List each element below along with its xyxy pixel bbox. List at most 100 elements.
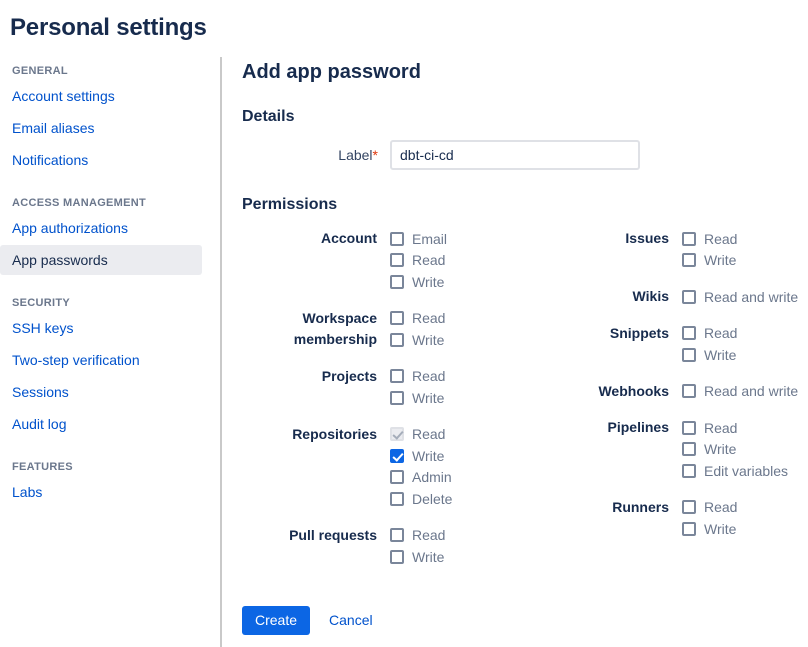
permission-pipelines-edit-variables[interactable]: Edit variables xyxy=(682,460,788,482)
permission-group-options: Read Write xyxy=(682,497,737,540)
permission-group-options: Read Write xyxy=(390,308,445,351)
checkbox-icon[interactable] xyxy=(682,421,696,435)
checkbox-icon[interactable] xyxy=(390,311,404,325)
checkbox-icon[interactable] xyxy=(390,391,404,405)
permission-projects-write[interactable]: Write xyxy=(390,387,445,409)
checkbox-icon[interactable] xyxy=(390,528,404,542)
permission-group-options: Email Read Write xyxy=(390,228,447,293)
permissions-column-right: Issues Read Write Wikis Read and write S… xyxy=(570,228,798,555)
permission-option-label: Write xyxy=(704,441,736,457)
sidebar-item-notifications[interactable]: Notifications xyxy=(0,145,202,175)
checkbox-icon[interactable] xyxy=(390,275,404,289)
sidebar-section: FEATURES Labs xyxy=(0,461,220,507)
checkbox-icon xyxy=(390,427,404,441)
sidebar-item-account-settings[interactable]: Account settings xyxy=(0,81,202,111)
checkbox-icon[interactable] xyxy=(682,464,696,478)
permission-account-email[interactable]: Email xyxy=(390,228,447,250)
sidebar-item-app-passwords[interactable]: App passwords xyxy=(0,245,202,275)
permission-workspace-membership-read[interactable]: Read xyxy=(390,308,445,330)
permission-group-label: Webhooks xyxy=(570,381,682,403)
permission-option-label: Write xyxy=(412,274,444,290)
checkbox-icon[interactable] xyxy=(390,492,404,506)
checkbox-icon[interactable] xyxy=(682,253,696,267)
sidebar-item-two-step-verification[interactable]: Two-step verification xyxy=(0,345,202,375)
permission-issues-read[interactable]: Read xyxy=(682,228,737,250)
permission-pipelines-write[interactable]: Write xyxy=(682,439,788,461)
permission-option-label: Read xyxy=(412,527,445,543)
cancel-link[interactable]: Cancel xyxy=(329,612,373,628)
permission-issues-write[interactable]: Write xyxy=(682,250,737,272)
permission-snippets-write[interactable]: Write xyxy=(682,344,737,366)
permission-group-label: Account xyxy=(242,228,390,293)
permission-repositories-admin[interactable]: Admin xyxy=(390,467,452,489)
label-field-label: Label* xyxy=(242,147,390,163)
checkbox-icon[interactable] xyxy=(390,253,404,267)
details-heading: Details xyxy=(242,108,808,126)
sidebar-item-email-aliases[interactable]: Email aliases xyxy=(0,113,202,143)
permission-group-options: Read Write xyxy=(682,323,737,366)
permission-group-label: Issues xyxy=(570,228,682,271)
permission-account-write[interactable]: Write xyxy=(390,271,447,293)
permission-group-options: Read Write xyxy=(682,228,737,271)
sidebar-item-labs[interactable]: Labs xyxy=(0,477,202,507)
checkbox-icon[interactable] xyxy=(682,500,696,514)
checkbox-icon[interactable] xyxy=(682,384,696,398)
permission-group-label: Runners xyxy=(570,497,682,540)
sidebar-item-app-authorizations[interactable]: App authorizations xyxy=(0,213,202,243)
permission-repositories-write[interactable]: Write xyxy=(390,445,452,467)
permission-group-options: Read and write xyxy=(682,286,798,308)
permission-option-label: Write xyxy=(704,347,736,363)
checkbox-icon[interactable] xyxy=(390,333,404,347)
permission-group-wikis: Wikis Read and write xyxy=(570,286,798,308)
permission-projects-read[interactable]: Read xyxy=(390,366,445,388)
permission-account-read[interactable]: Read xyxy=(390,250,447,272)
checkbox-icon[interactable] xyxy=(682,442,696,456)
permissions-column-left: Account Email Read Write Workspace membe… xyxy=(242,228,534,583)
checkbox-icon[interactable] xyxy=(682,522,696,536)
checkbox-icon[interactable] xyxy=(390,232,404,246)
checkbox-icon[interactable] xyxy=(390,369,404,383)
permission-option-label: Read xyxy=(412,368,445,384)
permission-repositories-read: Read xyxy=(390,424,452,446)
sidebar-item-audit-log[interactable]: Audit log xyxy=(0,409,202,439)
permission-runners-read[interactable]: Read xyxy=(682,497,737,519)
permission-runners-write[interactable]: Write xyxy=(682,518,737,540)
permission-group-snippets: Snippets Read Write xyxy=(570,323,798,366)
label-field-row: Label* xyxy=(242,140,808,170)
checkbox-icon[interactable] xyxy=(682,232,696,246)
permission-webhooks-read-and-write[interactable]: Read and write xyxy=(682,381,798,403)
permission-repositories-delete[interactable]: Delete xyxy=(390,488,452,510)
permission-group-label: Pipelines xyxy=(570,417,682,482)
permission-group-pipelines: Pipelines Read Write Edit variables xyxy=(570,417,798,482)
checkbox-icon[interactable] xyxy=(682,348,696,362)
permission-pipelines-read[interactable]: Read xyxy=(682,417,788,439)
label-input[interactable] xyxy=(390,140,640,170)
checkbox-icon[interactable] xyxy=(390,550,404,564)
checkbox-icon[interactable] xyxy=(390,449,404,463)
checkbox-icon[interactable] xyxy=(682,290,696,304)
permission-group-label: Repositories xyxy=(242,424,390,510)
permission-group-options: Read Write xyxy=(390,525,445,568)
label-field-label-text: Label xyxy=(338,147,372,163)
permissions-columns: Account Email Read Write Workspace membe… xyxy=(242,228,808,583)
permission-pull-requests-read[interactable]: Read xyxy=(390,525,445,547)
permission-snippets-read[interactable]: Read xyxy=(682,323,737,345)
sidebar-section: ACCESS MANAGEMENT App authorizationsApp … xyxy=(0,197,220,275)
permission-option-label: Read xyxy=(704,325,737,341)
permission-workspace-membership-write[interactable]: Write xyxy=(390,329,445,351)
sidebar-item-ssh-keys[interactable]: SSH keys xyxy=(0,313,202,343)
permission-wikis-read-and-write[interactable]: Read and write xyxy=(682,286,798,308)
permission-pull-requests-write[interactable]: Write xyxy=(390,546,445,568)
create-button[interactable]: Create xyxy=(242,606,310,635)
sidebar-section-items: Account settingsEmail aliasesNotificatio… xyxy=(0,81,220,175)
sidebar-item-sessions[interactable]: Sessions xyxy=(0,377,202,407)
sidebar-section-items: SSH keysTwo-step verificationSessionsAud… xyxy=(0,313,220,439)
permission-group-account: Account Email Read Write xyxy=(242,228,534,293)
permission-group-webhooks: Webhooks Read and write xyxy=(570,381,798,403)
permission-option-label: Write xyxy=(412,390,444,406)
sidebar-section-items: Labs xyxy=(0,477,220,507)
permission-group-options: Read Write Admin Delete xyxy=(390,424,452,510)
checkbox-icon[interactable] xyxy=(682,326,696,340)
checkbox-icon[interactable] xyxy=(390,470,404,484)
permission-option-label: Email xyxy=(412,231,447,247)
